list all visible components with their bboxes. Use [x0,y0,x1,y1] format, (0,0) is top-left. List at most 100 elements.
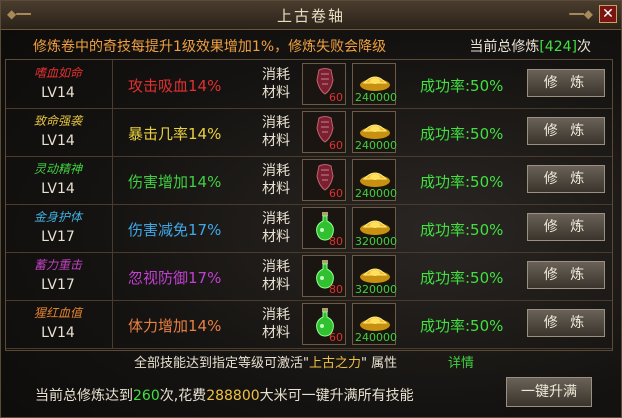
cost-label-line-2: 材料 [262,325,290,341]
column-divider [112,252,113,300]
skill-effect: 体力增加14% [128,317,222,335]
cost-label-line-2: 材料 [262,277,290,293]
skill-effect: 暴击几率14% [128,125,222,143]
cost-label-line-1: 消耗 [262,115,290,131]
material-slot[interactable]: 80 [302,207,346,249]
bulk-cost: 288800 [206,388,260,404]
skill-name: 蓄力重击 [33,258,82,272]
success-rate: 成功率:50% [420,77,504,95]
cost-label-line-2: 材料 [262,181,290,197]
bulk-text-b: 次,花费 [159,388,207,404]
cost-label: 消耗 材料 [256,162,296,198]
cost-label-line-2: 材料 [262,85,290,101]
train-button[interactable]: 修 炼 [527,165,605,193]
material-slot[interactable]: 60 [302,303,346,345]
skill-level: LV14 [41,133,75,149]
title-bar: ◆━━ 上古卷轴 ━━◆ ✕ [1,1,621,30]
total-number: [424] [539,39,577,55]
upgrade-all-button[interactable]: 一键升满 [506,377,592,407]
cost-label-line-2: 材料 [262,133,290,149]
gold-count: 320000 [355,235,397,248]
total-suffix: 次 [577,39,591,55]
skill-effect: 伤害增加14% [128,173,222,191]
success-rate: 成功率:50% [420,317,504,335]
cost-label: 消耗 材料 [256,114,296,150]
gold-slot[interactable]: 240000 [352,159,397,201]
material-slot[interactable]: 60 [302,111,346,153]
skill-name: 金身护体 [33,210,82,224]
skill-effect: 伤害减免17% [128,221,222,239]
gold-slot[interactable]: 320000 [352,207,397,249]
skill-level: LV17 [41,277,75,293]
bulk-upgrade-info: 当前总修炼达到260次,花费288800大米可一键升满所有技能 [35,385,414,405]
gold-count: 240000 [355,331,397,344]
total-prefix: 当前总修炼 [469,39,540,55]
gold-count: 240000 [355,91,397,104]
scroll-window: ◆━━ 上古卷轴 ━━◆ ✕ 修炼卷中的奇技每提升1级效果增加1%，修炼失败会降… [0,0,622,418]
detail-link[interactable]: 详情 [448,352,474,371]
cost-label-line-1: 消耗 [262,163,290,179]
gold-slot[interactable]: 320000 [352,255,397,297]
gold-slot[interactable]: 240000 [352,111,397,153]
material-count: 60 [329,187,343,200]
cost-label: 消耗 材料 [256,306,296,342]
material-slot[interactable]: 80 [302,255,346,297]
material-slot[interactable]: 60 [302,63,346,105]
skill-row: 致命强袭 LV14 暴击几率14% 消耗材料 60 240000 成功率:50% 修 炼 [6,108,612,157]
column-divider [112,108,113,156]
material-count: 80 [329,235,343,248]
train-button[interactable]: 修 炼 [527,309,605,337]
skill-table: 嗜血如命 LV14 攻击吸血14% 消耗 材料 60 240000 成功率:50% 修 炼致命强… [5,59,613,351]
bulk-count: 260 [133,388,160,404]
train-button[interactable]: 修 炼 [527,117,605,145]
cost-label-line-1: 消耗 [262,67,290,83]
skill-row: 蓄力重击 LV17 忽视防御17% 消耗 材料 80 320000 成功率:50% 修 炼 [6,252,612,301]
cost-label: 消耗 材料 [256,258,296,294]
skill-level: LV14 [41,325,75,341]
skill-level: LV17 [41,229,75,245]
skill-row: 金身护体 LV17 伤害减免17% 消耗材料 80 320000 成功率:50% 修 炼 [6,204,612,253]
cost-label-line-1: 消耗 [262,211,290,227]
activation-highlight: 上古之力 [308,356,361,371]
cost-label: 消耗 材料 [256,66,296,102]
train-button[interactable]: 修 炼 [527,69,605,97]
close-button[interactable]: ✕ [599,5,617,23]
skill-name: 灵动精神 [33,162,82,176]
upgrade-notice: 修炼卷中的奇技每提升1级效果增加1%，修炼失败会降级 [33,39,387,55]
gold-count: 240000 [355,139,397,152]
skill-row: 嗜血如命 LV14 攻击吸血14% 消耗材料 60 240000 成功率:50% 修 炼 [6,60,612,109]
cost-label-line-2: 材料 [262,229,290,245]
skill-row: 猩红血值 LV14 体力增加14% 消耗材料 60 240000 成功率:50% 修 炼 [6,300,612,349]
activation-text-a: 全部技能达到指定等级可激活" [134,356,309,371]
material-count: 60 [329,331,343,344]
gold-count: 320000 [355,283,397,296]
gold-slot[interactable]: 240000 [352,63,397,105]
skill-level: LV14 [41,181,75,197]
material-count: 60 [329,139,343,152]
cost-label-line-1: 消耗 [262,307,290,323]
column-divider [112,60,113,108]
success-rate: 成功率:50% [420,125,504,143]
bulk-text-c: 大米可一键升满所有技能 [259,388,414,404]
column-divider [112,300,113,348]
cost-label: 消耗 材料 [256,210,296,246]
train-button[interactable]: 修 炼 [527,213,605,241]
skill-effect: 攻击吸血14% [128,77,222,95]
material-count: 60 [329,91,343,104]
title-ornament-right-icon: ━━◆ [569,7,593,21]
success-rate: 成功率:50% [420,221,504,239]
total-training-count: 当前总修炼[424]次 [469,36,591,56]
skill-effect: 忽视防御17% [128,269,222,287]
gold-slot[interactable]: 240000 [352,303,397,345]
skill-name: 嗜血如命 [33,66,82,80]
skill-name: 致命强袭 [33,114,82,128]
bulk-text-a: 当前总修炼达到 [35,388,133,404]
activation-text-b: " 属性 [361,356,398,371]
success-rate: 成功率:50% [420,269,504,287]
skill-level: LV14 [41,85,75,101]
material-slot[interactable]: 60 [302,159,346,201]
column-divider [112,156,113,204]
train-button[interactable]: 修 炼 [527,261,605,289]
material-count: 80 [329,283,343,296]
skill-name: 猩红血值 [33,306,82,320]
